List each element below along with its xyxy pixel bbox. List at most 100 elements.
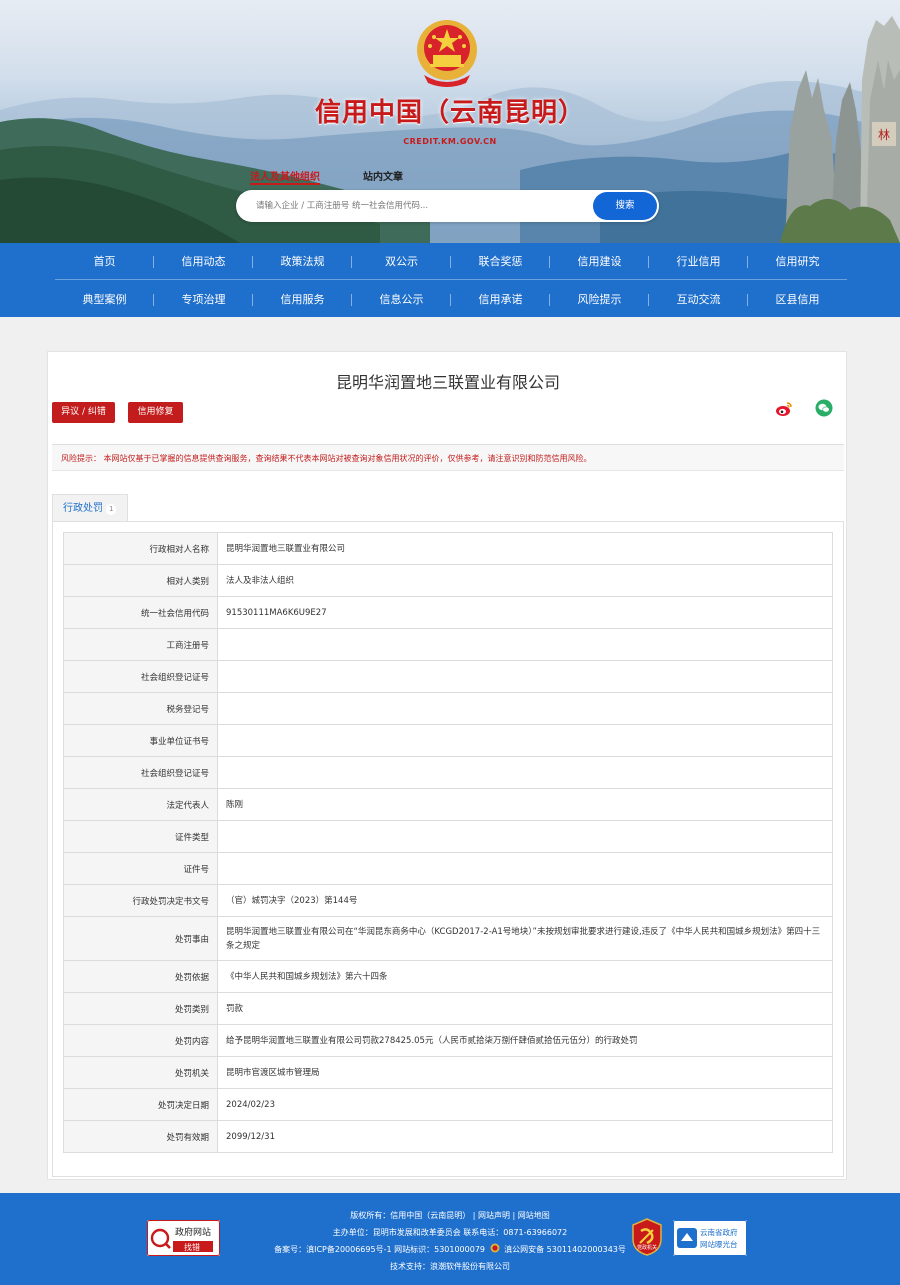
nav-item-district-credit[interactable]: 区县信用	[748, 281, 847, 318]
row-value: 昆明市官渡区城市管理局	[217, 1056, 833, 1089]
exposure-badge-title: 云南省政府	[700, 1228, 738, 1237]
site-domain: CREDIT.KM.GOV.CN	[403, 137, 497, 146]
footer-record[interactable]: 备案号：滇ICP备20006695号-1 网站标识：5301000079	[274, 1245, 485, 1254]
main-nav: 首页 信用动态 政策法规 双公示 联合奖惩 信用建设 行业信用 信用研究 典型案…	[0, 243, 900, 317]
party-gov-badge[interactable]: 党政机关	[629, 1217, 665, 1257]
footer-tech-support: 技术支持：浪潮软件股份有限公司	[390, 1262, 510, 1271]
table-row: 社会组织登记证号	[63, 756, 833, 789]
table-row: 处罚类别 罚款	[63, 992, 833, 1025]
search-input[interactable]	[256, 198, 586, 214]
police-badge-icon	[490, 1243, 500, 1253]
row-value: 2024/02/23	[217, 1088, 833, 1121]
tab-administrative-penalty[interactable]: 行政处罚 1	[52, 494, 128, 522]
nav-item-credit-construction[interactable]: 信用建设	[550, 243, 649, 279]
row-value	[217, 756, 833, 789]
risk-notice: 风险提示： 本网站仅基于已掌握的信息提供查询服务，查询结果不代表本网站对被查询对…	[52, 444, 844, 471]
row-value: 《中华人民共和国城乡规划法》第六十四条	[217, 960, 833, 993]
nav-item-credit-news[interactable]: 信用动态	[154, 243, 253, 279]
row-label: 处罚决定日期	[63, 1088, 218, 1121]
search-tab-articles[interactable]: 站内文章	[363, 168, 403, 183]
row-label: 统一社会信用代码	[63, 596, 218, 629]
row-value: 昆明华润置地三联置业有限公司	[217, 532, 833, 565]
row-value	[217, 692, 833, 725]
gov-error-badge-title: 政府网站	[175, 1228, 212, 1238]
table-row: 处罚依据 《中华人民共和国城乡规划法》第六十四条	[63, 960, 833, 993]
penalty-panel: 行政相对人名称 昆明华润置地三联置业有限公司 相对人类别 法人及非法人组织 统一社会…	[52, 521, 844, 1177]
row-label: 证件类型	[63, 820, 218, 853]
table-row: 处罚决定日期 2024/02/23	[63, 1088, 833, 1121]
table-row: 相对人类别 法人及非法人组织	[63, 564, 833, 597]
row-label: 法定代表人	[63, 788, 218, 821]
gov-error-badge-label: 找错	[184, 1243, 200, 1252]
objection-button[interactable]: 异议 / 纠错	[52, 402, 115, 423]
row-value: 昆明华润置地三联置业有限公司在“华润昆东商务中心（KCGD2017-2-A1号地…	[217, 916, 833, 961]
table-row: 社会组织登记证号	[63, 660, 833, 693]
nav-item-credit-services[interactable]: 信用服务	[253, 281, 352, 318]
row-value: 给予昆明华润置地三联置业有限公司罚款278425.05元（人民币贰拾柒万捌仟肆佰…	[217, 1024, 833, 1057]
search-tab-organization[interactable]: 法人及其他组织	[250, 168, 320, 185]
row-label: 行政相对人名称	[63, 532, 218, 565]
nav-item-interaction[interactable]: 互动交流	[649, 281, 748, 318]
table-row: 事业单位证书号	[63, 724, 833, 757]
search-box: 搜索	[236, 190, 659, 222]
national-emblem-icon	[417, 20, 477, 87]
row-label: 税务登记号	[63, 692, 218, 725]
nav-item-special-governance[interactable]: 专项治理	[154, 281, 253, 318]
search-button[interactable]: 搜索	[593, 192, 657, 220]
table-row: 法定代表人 陈刚	[63, 788, 833, 821]
table-row: 处罚有效期 2099/12/31	[63, 1120, 833, 1153]
row-label: 处罚机关	[63, 1056, 218, 1089]
header-banner: 林 信用中国（云南昆明） CREDIT.KM.GOV.CN 法人及其他组织 站内…	[0, 0, 900, 243]
row-label: 处罚依据	[63, 960, 218, 993]
table-row: 处罚内容 给予昆明华润置地三联置业有限公司罚款278425.05元（人民币贰拾柒万…	[63, 1024, 833, 1057]
site-title: 信用中国（云南昆明）	[314, 98, 585, 128]
row-value	[217, 724, 833, 757]
exposure-badge[interactable]: 云南省政府 网站曝光台	[673, 1220, 747, 1256]
row-value: （官）城罚决字（2023）第144号	[217, 884, 833, 917]
nav-item-home[interactable]: 首页	[55, 243, 154, 279]
row-value	[217, 628, 833, 661]
wechat-icon[interactable]	[815, 399, 833, 417]
row-label: 社会组织登记证号	[63, 660, 218, 693]
footer-copyright[interactable]: 版权所有：信用中国（云南昆明） | 网站声明 | 网站地图	[350, 1211, 550, 1220]
row-value: 2099/12/31	[217, 1120, 833, 1153]
footer-sponsor: 主办单位：昆明市发展和改革委员会 联系电话：0871-63966072	[332, 1228, 568, 1237]
company-detail-card: 昆明华润置地三联置业有限公司 异议 / 纠错 信用修复 风险提示： 本网站仅基于…	[47, 351, 847, 1180]
nav-item-typical-cases[interactable]: 典型案例	[55, 281, 154, 318]
row-label: 处罚事由	[63, 916, 218, 961]
tab-label: 行政处罚	[63, 503, 103, 514]
row-label: 处罚类别	[63, 992, 218, 1025]
nav-item-risk-alerts[interactable]: 风险提示	[550, 281, 649, 318]
row-value	[217, 820, 833, 853]
row-label: 处罚内容	[63, 1024, 218, 1057]
nav-item-double-publicity[interactable]: 双公示	[352, 243, 451, 279]
nav-row-2: 典型案例 专项治理 信用服务 信息公示 信用承诺 风险提示 互动交流 区县信用	[55, 281, 847, 318]
row-label: 处罚有效期	[63, 1120, 218, 1153]
footer-police-record[interactable]: 滇公网安备 53011402000343号	[504, 1245, 626, 1254]
party-gov-badge-label: 党政机关	[636, 1245, 657, 1251]
row-value: 91530111MA6K6U9E27	[217, 596, 833, 629]
nav-item-industry-credit[interactable]: 行业信用	[649, 243, 748, 279]
nav-item-info-publicity[interactable]: 信息公示	[352, 281, 451, 318]
gov-error-badge[interactable]: 政府网站 找错	[147, 1220, 220, 1256]
nav-item-credit-research[interactable]: 信用研究	[748, 243, 847, 279]
nav-item-policies[interactable]: 政策法规	[253, 243, 352, 279]
nav-item-credit-commitment[interactable]: 信用承诺	[451, 281, 550, 318]
row-label: 事业单位证书号	[63, 724, 218, 757]
footer-info: 版权所有：信用中国（云南昆明） | 网站声明 | 网站地图 主办单位：昆明市发展…	[0, 1207, 900, 1275]
party-emblem-icon	[632, 1218, 662, 1256]
nav-item-joint-rewards[interactable]: 联合奖惩	[451, 243, 550, 279]
table-row: 证件号	[63, 852, 833, 885]
table-row: 工商注册号	[63, 628, 833, 661]
credit-repair-button[interactable]: 信用修复	[128, 402, 183, 423]
row-value	[217, 852, 833, 885]
row-value: 罚款	[217, 992, 833, 1025]
table-row: 统一社会信用代码 91530111MA6K6U9E27	[63, 596, 833, 629]
footer: 版权所有：信用中国（云南昆明） | 网站声明 | 网站地图 主办单位：昆明市发展…	[0, 1193, 900, 1285]
weibo-icon[interactable]	[775, 400, 793, 418]
tab-count-badge: 1	[106, 504, 117, 515]
exposure-badge-label: 网站曝光台	[700, 1240, 738, 1249]
row-value: 法人及非法人组织	[217, 564, 833, 597]
row-value	[217, 660, 833, 693]
row-label: 证件号	[63, 852, 218, 885]
